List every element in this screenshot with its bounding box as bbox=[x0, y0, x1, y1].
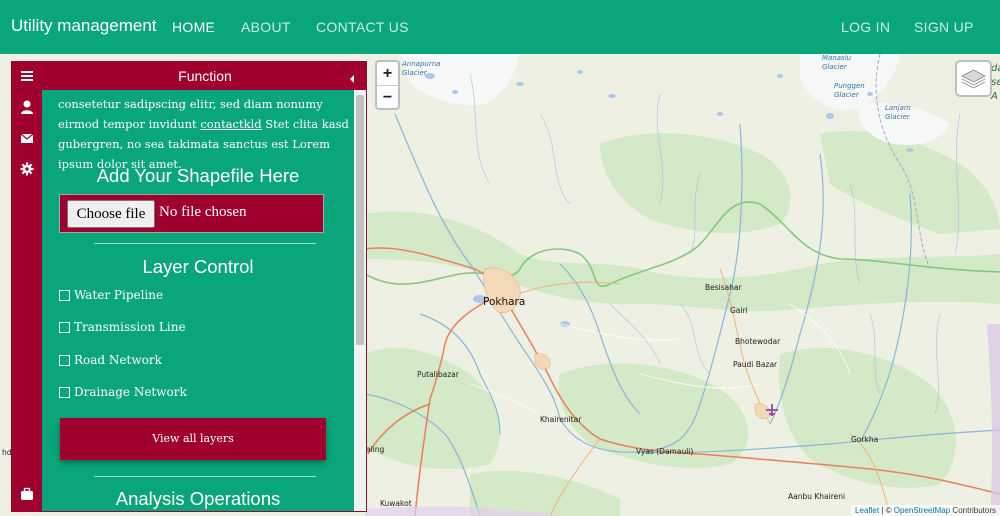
map-label-lanjam-glacier: Lanjam Glacier bbox=[885, 104, 911, 121]
nav-signup-link[interactable]: SIGN UP bbox=[914, 19, 974, 35]
choose-file-button[interactable]: Choose file bbox=[67, 200, 155, 228]
layer-label: Transmission Line bbox=[74, 320, 186, 334]
divider bbox=[94, 476, 316, 477]
pane-title: Function bbox=[178, 68, 232, 84]
map-label-kuwakot: Kuwakot bbox=[380, 499, 412, 508]
zoom-out-button[interactable]: − bbox=[377, 85, 398, 108]
menu-icon bbox=[21, 71, 33, 81]
pane-content[interactable]: consetetur sadipscing elitr, sed diam no… bbox=[42, 90, 354, 511]
map-label-besisahar: Besisahar bbox=[705, 283, 742, 292]
gear-icon bbox=[20, 162, 34, 176]
map-label-edge-3: A bbox=[991, 91, 998, 102]
intro-paragraph: consetetur sadipscing elitr, sed diam no… bbox=[58, 94, 354, 174]
map-label-aling: aling bbox=[366, 445, 385, 454]
checkbox[interactable] bbox=[59, 290, 70, 301]
layer-control-heading: Layer Control bbox=[142, 256, 254, 277]
map-label-gorkha: Gorkha bbox=[851, 435, 879, 444]
nav-home-link[interactable]: HOME bbox=[172, 19, 215, 35]
divider bbox=[94, 243, 316, 244]
zoom-in-button[interactable]: + bbox=[377, 62, 398, 85]
checkbox[interactable] bbox=[59, 355, 70, 366]
analysis-heading: Analysis Operations bbox=[115, 488, 281, 509]
attribution-suffix: Contributors bbox=[950, 506, 996, 515]
shapefile-input: Choose file No file chosen bbox=[59, 194, 324, 233]
briefcase-icon bbox=[21, 487, 33, 500]
user-icon bbox=[21, 100, 33, 114]
file-status: No file chosen bbox=[159, 204, 247, 220]
sidebar-panel: Function consetetur sadipscing elitr, se… bbox=[11, 61, 367, 512]
nav-about-link[interactable]: ABOUT bbox=[241, 19, 291, 35]
map-label-paudi-bazar: Paudi Bazar bbox=[733, 360, 778, 369]
nav-login-link[interactable]: LOG IN bbox=[841, 19, 890, 35]
layers-icon bbox=[961, 69, 986, 89]
tab-briefcase[interactable] bbox=[18, 486, 36, 502]
contact-link[interactable]: contactkld bbox=[200, 117, 261, 131]
zoom-control: + − bbox=[375, 60, 400, 110]
brand-title[interactable]: Utility management bbox=[11, 16, 157, 36]
shapefile-heading: Add Your Shapefile Here bbox=[96, 165, 300, 186]
map-label-aanbu-khaireni: Aanbu Khaireni bbox=[788, 492, 846, 501]
checkbox[interactable] bbox=[59, 387, 70, 398]
map-label-annapurna-glacier: Annapurna Glacier bbox=[402, 60, 441, 77]
map-label-gairi: Gairi bbox=[730, 306, 748, 315]
map-label-vyas: Vyas (Damauli) bbox=[636, 447, 694, 456]
scrollbar-thumb[interactable] bbox=[356, 95, 364, 345]
envelope-icon bbox=[20, 133, 34, 143]
checkbox[interactable] bbox=[59, 322, 70, 333]
layer-label: Road Network bbox=[74, 353, 162, 367]
map-label-manaslu-glacier: Manaslu Glacier bbox=[822, 54, 852, 71]
collapse-pane-button[interactable] bbox=[348, 70, 356, 83]
map-label-punggen-glacier: Punggen Glacier bbox=[834, 82, 865, 99]
map-label-bhotewodar: Bhotewodar bbox=[735, 337, 781, 346]
map-label-edge-1: da bbox=[991, 63, 1000, 74]
layer-label: Water Pipeline bbox=[74, 288, 164, 302]
map-label-putalibazar: Putalibazar bbox=[417, 370, 459, 379]
tab-contact[interactable] bbox=[18, 130, 36, 146]
layer-label: Drainage Network bbox=[74, 385, 187, 399]
map-label-pokhara: Pokhara bbox=[483, 296, 526, 308]
sidebar-tabs bbox=[12, 62, 42, 511]
map-label-khairenitar: Khairenitar bbox=[540, 415, 582, 424]
view-all-layers-button[interactable]: View all layers bbox=[60, 418, 326, 460]
attribution-separator: | © bbox=[879, 506, 894, 515]
tab-settings[interactable] bbox=[18, 161, 36, 177]
pane-scrollbar[interactable] bbox=[354, 90, 366, 511]
tab-menu[interactable] bbox=[18, 68, 36, 84]
leaflet-link[interactable]: Leaflet bbox=[855, 506, 879, 515]
top-navbar: Utility management HOME ABOUT CONTACT US… bbox=[0, 0, 1000, 54]
caret-left-icon bbox=[350, 75, 354, 83]
osm-link[interactable]: OpenStreetMap bbox=[894, 506, 950, 515]
pane-header: Function bbox=[42, 62, 366, 90]
tab-user[interactable] bbox=[18, 99, 36, 115]
layers-toggle-button[interactable] bbox=[955, 60, 992, 97]
nav-contact-link[interactable]: CONTACT US bbox=[316, 19, 409, 35]
map-attribution: Leaflet | © OpenStreetMap Contributors bbox=[851, 505, 1000, 516]
map-label-edge-2: se bbox=[991, 77, 1000, 88]
